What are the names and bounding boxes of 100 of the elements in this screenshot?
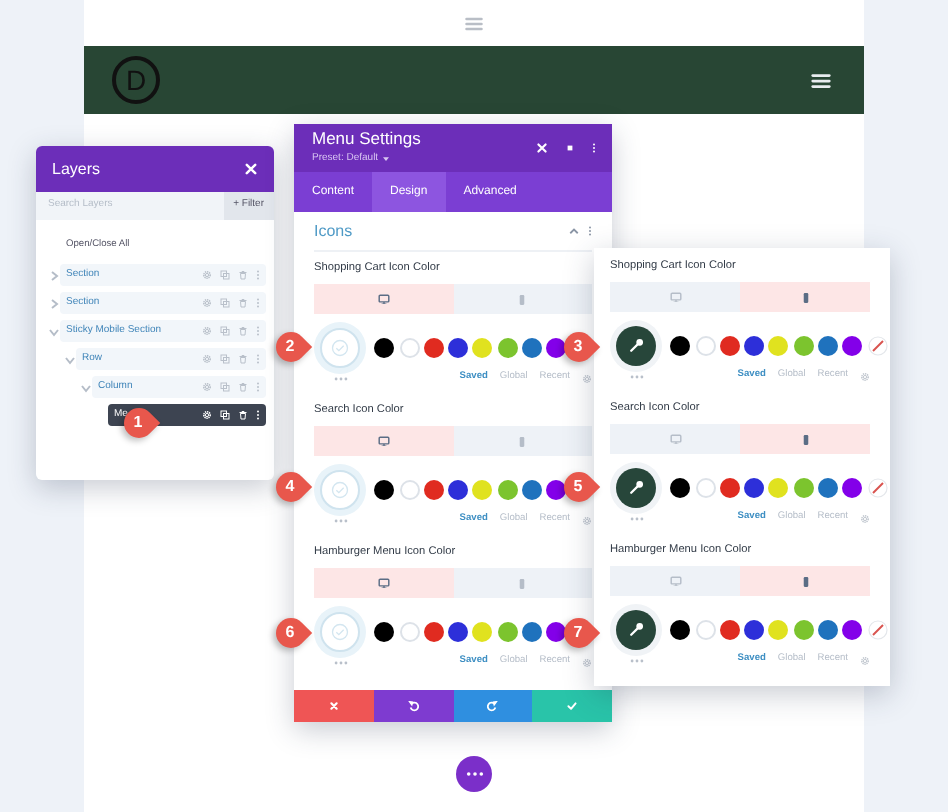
caret-icon[interactable] <box>382 155 391 162</box>
phone-view-tab[interactable] <box>740 282 870 312</box>
color-swatch[interactable] <box>768 478 789 498</box>
color-swatch[interactable] <box>497 338 518 358</box>
phone-icon <box>518 435 527 447</box>
color-swatch[interactable] <box>497 622 518 642</box>
color-swatch[interactable] <box>472 480 493 500</box>
color-swatch[interactable] <box>842 478 863 498</box>
close-icon[interactable] <box>536 142 548 154</box>
color-swatch[interactable] <box>423 480 444 500</box>
color-swatch[interactable] <box>448 480 469 500</box>
desktop-icon <box>669 433 681 445</box>
desktop-view-tab[interactable] <box>610 566 740 596</box>
color-swatch[interactable] <box>818 336 839 356</box>
desktop-view-tab[interactable] <box>610 424 740 454</box>
color-swatch[interactable] <box>374 622 395 642</box>
color-swatch[interactable] <box>768 620 789 640</box>
color-swatch[interactable] <box>768 336 789 356</box>
color-swatch[interactable] <box>842 620 863 640</box>
more-icon <box>465 770 483 778</box>
color-swatch[interactable] <box>793 478 814 498</box>
no-color-swatch[interactable] <box>867 620 888 640</box>
color-swatch[interactable] <box>719 620 740 640</box>
phone-view-tab[interactable] <box>453 284 592 314</box>
check-icon <box>330 480 350 500</box>
phone-view-tab[interactable] <box>740 566 870 596</box>
color-swatch[interactable] <box>399 338 420 358</box>
chevron-icon[interactable] <box>80 381 92 394</box>
desktop-icon <box>669 575 681 587</box>
color-swatch[interactable] <box>695 478 716 498</box>
phone-view-tab[interactable] <box>453 426 592 456</box>
expand-icon[interactable] <box>564 142 576 154</box>
color-swatch[interactable] <box>374 338 395 358</box>
color-swatch[interactable] <box>448 622 469 642</box>
color-swatch[interactable] <box>448 338 469 358</box>
desktop-view-tab[interactable] <box>314 426 453 456</box>
color-swatch[interactable] <box>423 338 444 358</box>
close-icon <box>327 700 340 712</box>
no-color-swatch[interactable] <box>867 336 888 356</box>
chevron-icon[interactable] <box>48 297 60 310</box>
close-icon[interactable] <box>244 162 258 176</box>
color-swatch[interactable] <box>719 478 740 498</box>
desktop-icon <box>377 293 390 305</box>
save-button[interactable] <box>532 690 612 722</box>
color-swatch[interactable] <box>744 478 765 498</box>
desktop-view-tab[interactable] <box>314 568 453 598</box>
redo-icon <box>486 700 499 712</box>
color-swatch[interactable] <box>399 622 420 642</box>
color-swatch[interactable] <box>793 620 814 640</box>
color-swatch[interactable] <box>522 622 543 642</box>
menu-icon <box>464 15 484 31</box>
color-swatch[interactable] <box>670 620 691 640</box>
phone-view-tab[interactable] <box>740 424 870 454</box>
desktop-view-tab[interactable] <box>610 282 740 312</box>
color-swatch[interactable] <box>695 620 716 640</box>
desktop-icon <box>669 291 681 303</box>
eyedropper-icon <box>628 622 644 638</box>
undo-icon <box>407 700 420 712</box>
color-swatch[interactable] <box>399 480 420 500</box>
panel-title: Layers <box>52 157 101 181</box>
color-swatch[interactable] <box>423 622 444 642</box>
cancel-button[interactable] <box>294 690 374 722</box>
redo-button[interactable] <box>453 690 533 722</box>
color-picker-button[interactable] <box>320 470 360 510</box>
color-swatch[interactable] <box>546 480 567 500</box>
no-color-swatch[interactable] <box>867 478 888 498</box>
color-swatch[interactable] <box>818 620 839 640</box>
color-swatch[interactable] <box>744 620 765 640</box>
color-swatch[interactable] <box>670 336 691 356</box>
color-swatch[interactable] <box>818 478 839 498</box>
phone-view-tab[interactable] <box>453 568 592 598</box>
check-icon <box>566 700 579 712</box>
color-swatch[interactable] <box>744 336 765 356</box>
phone-icon <box>518 577 527 589</box>
chevron-icon[interactable] <box>48 269 60 282</box>
color-picker-button[interactable] <box>616 610 656 650</box>
color-picker-button[interactable] <box>616 468 656 508</box>
color-picker-button[interactable] <box>616 326 656 366</box>
color-swatch[interactable] <box>374 480 395 500</box>
color-swatch[interactable] <box>546 622 567 642</box>
undo-button[interactable] <box>373 690 453 722</box>
menu-icon[interactable] <box>810 71 832 89</box>
color-swatch[interactable] <box>793 336 814 356</box>
color-swatch[interactable] <box>472 622 493 642</box>
color-swatch[interactable] <box>522 338 543 358</box>
collapse-icon[interactable] <box>568 226 580 236</box>
color-swatch[interactable] <box>546 338 567 358</box>
color-swatch[interactable] <box>497 480 518 500</box>
phone-icon <box>801 433 809 445</box>
color-picker-button[interactable] <box>320 328 360 368</box>
color-swatch[interactable] <box>472 338 493 358</box>
color-swatch[interactable] <box>842 336 863 356</box>
color-swatch[interactable] <box>695 336 716 356</box>
desktop-view-tab[interactable] <box>314 284 453 314</box>
chevron-icon[interactable] <box>48 325 60 338</box>
color-swatch[interactable] <box>719 336 740 356</box>
chevron-icon[interactable] <box>64 353 76 366</box>
color-picker-button[interactable] <box>320 612 360 652</box>
color-swatch[interactable] <box>670 478 691 498</box>
color-swatch[interactable] <box>522 480 543 500</box>
